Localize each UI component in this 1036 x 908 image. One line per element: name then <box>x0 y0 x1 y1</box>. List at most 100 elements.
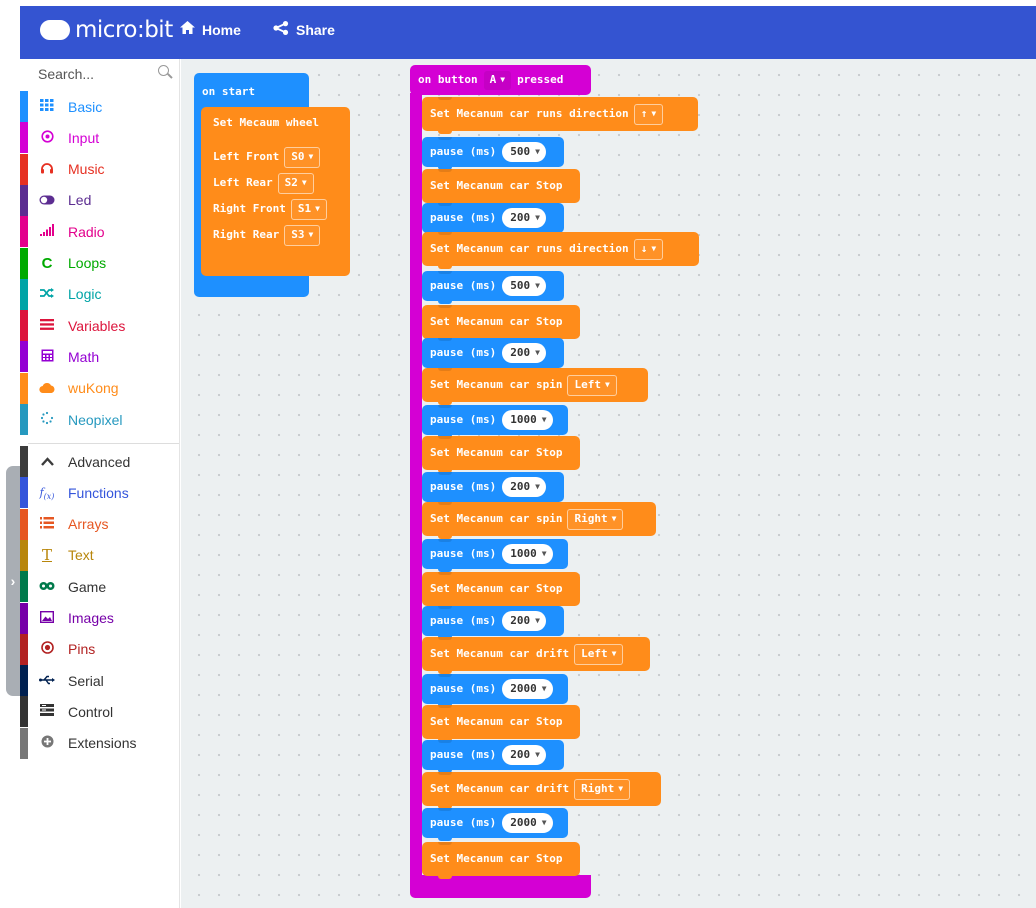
servo-port-dropdown[interactable]: S0 ▼ <box>284 146 321 168</box>
category-arrays[interactable]: Arrays <box>20 508 179 540</box>
category-logic[interactable]: Logic <box>20 278 179 310</box>
pause-duration-dropdown[interactable]: 2000 ▼ <box>502 679 553 699</box>
category-music[interactable]: Music <box>20 153 179 185</box>
direction-dropdown[interactable]: Left ▼ <box>574 643 624 665</box>
category-color-bar <box>20 446 28 477</box>
category-advanced[interactable]: Advanced <box>20 446 179 477</box>
mecanum-stop-block[interactable]: Set Mecanum car Stop <box>422 705 580 742</box>
category-game[interactable]: Game <box>20 571 179 603</box>
on-button-spine <box>410 93 422 893</box>
pause-duration-dropdown[interactable]: 1000 ▼ <box>502 544 553 564</box>
category-input[interactable]: Input <box>20 122 179 154</box>
pause-block[interactable]: pause (ms) 200 ▼ <box>422 203 564 236</box>
category-pins[interactable]: Pins <box>20 633 179 665</box>
pause-block[interactable]: pause (ms) 200 ▼ <box>422 740 564 773</box>
category-label: Images <box>68 610 114 626</box>
control-icon <box>39 704 55 719</box>
pause-block[interactable]: pause (ms) 200 ▼ <box>422 472 564 505</box>
pause-block[interactable]: pause (ms) 2000 ▼ <box>422 674 568 707</box>
direction-dropdown[interactable]: ↓ ▼ <box>633 238 664 260</box>
mecanum-drift-block[interactable]: Set Mecanum car drift Right ▼ <box>422 772 661 809</box>
direction-dropdown[interactable]: ↑ ▼ <box>633 103 664 125</box>
pause-duration-dropdown[interactable]: 500 ▼ <box>502 276 546 296</box>
search-icon[interactable] <box>158 65 169 76</box>
category-neopixel[interactable]: Neopixel <box>20 404 179 435</box>
pause-duration-dropdown[interactable]: 1000 ▼ <box>502 410 553 430</box>
pause-duration-dropdown[interactable]: 500 ▼ <box>502 142 546 162</box>
servo-port-dropdown[interactable]: S1 ▼ <box>290 198 327 220</box>
category-color-bar <box>20 696 28 728</box>
pause-block[interactable]: pause (ms) 200 ▼ <box>422 338 564 371</box>
dropdown-arrow-icon: ▼ <box>651 244 657 253</box>
microbit-logo[interactable]: micro:bit <box>34 17 173 43</box>
category-variables[interactable]: Variables <box>20 310 179 342</box>
pause-duration-dropdown[interactable]: 200 ▼ <box>502 343 546 363</box>
on-button-pressed-block[interactable]: on button A ▼ pressed <box>410 65 591 95</box>
home-button[interactable]: Home <box>180 21 241 38</box>
pause-block[interactable]: pause (ms) 2000 ▼ <box>422 808 568 841</box>
command-label: Set Mecanum car Stop <box>430 582 563 595</box>
category-serial[interactable]: Serial <box>20 665 179 697</box>
pause-duration-value: 1000 <box>510 547 537 560</box>
chevron-up-icon <box>39 454 55 469</box>
category-label: Game <box>68 578 107 595</box>
category-math[interactable]: Math <box>20 341 179 373</box>
mecanum-drift-block[interactable]: Set Mecanum car drift Left ▼ <box>422 637 650 674</box>
category-led[interactable]: Led <box>20 184 179 216</box>
calculator-icon <box>39 349 55 365</box>
search-input[interactable] <box>38 64 148 84</box>
pause-duration-dropdown[interactable]: 200 ▼ <box>502 745 546 765</box>
mecanum-stop-block[interactable]: Set Mecanum car Stop <box>422 842 580 879</box>
pause-duration-dropdown[interactable]: 2000 ▼ <box>502 813 553 833</box>
pause-block[interactable]: pause (ms) 500 ▼ <box>422 271 564 304</box>
category-label: Math <box>68 348 100 365</box>
direction-value: ↓ <box>640 242 648 255</box>
pause-block[interactable]: pause (ms) 1000 ▼ <box>422 405 568 438</box>
pause-duration-value: 200 <box>510 480 531 493</box>
category-color-bar <box>20 310 28 342</box>
mecanum-spin-block[interactable]: Set Mecanum car spin Right ▼ <box>422 502 656 539</box>
category-extensions[interactable]: Extensions <box>20 727 179 759</box>
collapse-toolbox-handle[interactable]: › <box>6 466 20 696</box>
image-icon <box>39 610 55 626</box>
category-wukong[interactable]: wuKong <box>20 372 179 404</box>
set-mecaum-wheel-block[interactable]: Set Mecaum wheel Left Front S0 ▼ Left Rea… <box>201 107 350 276</box>
category-color-bar <box>20 404 28 435</box>
mecanum-stop-block[interactable]: Set Mecanum car Stop <box>422 572 580 609</box>
button-dropdown[interactable]: A ▼ <box>483 70 512 90</box>
servo-port-dropdown[interactable]: S2 ▼ <box>277 172 314 194</box>
pause-label: pause (ms) <box>430 413 497 426</box>
share-button[interactable]: Share <box>273 21 335 39</box>
pause-duration-value: 200 <box>510 346 531 359</box>
servo-row-left-rear: Left Rear S2 ▼ <box>201 170 350 196</box>
direction-dropdown[interactable]: Right ▼ <box>567 508 624 530</box>
pause-duration-dropdown[interactable]: 200 ▼ <box>502 477 546 497</box>
mecanum-spin-block[interactable]: Set Mecanum car spin Left ▼ <box>422 368 648 405</box>
category-text[interactable]: T Text <box>20 539 179 571</box>
mecanum-stop-block[interactable]: Set Mecanum car Stop <box>422 169 580 206</box>
mecanum-stop-block[interactable]: Set Mecanum car Stop <box>422 436 580 473</box>
pause-block[interactable]: pause (ms) 200 ▼ <box>422 606 564 639</box>
direction-dropdown[interactable]: Right ▼ <box>574 778 631 800</box>
pause-block[interactable]: pause (ms) 500 ▼ <box>422 137 564 170</box>
mecanum-stop-block[interactable]: Set Mecanum car Stop <box>422 305 580 342</box>
category-images[interactable]: Images <box>20 602 179 634</box>
category-functions[interactable]: f(x) Functions <box>20 477 179 509</box>
mecanum-direction-block[interactable]: Set Mecanum car runs direction ↓ ▼ <box>422 232 699 269</box>
servo-port-dropdown[interactable]: S3 ▼ <box>284 224 321 246</box>
category-radio[interactable]: Radio <box>20 216 179 248</box>
toolbox-search <box>20 59 179 89</box>
pause-block[interactable]: pause (ms) 1000 ▼ <box>422 539 568 572</box>
blocks-workspace[interactable]: on start Set Mecaum wheel Left Front S0 … <box>181 59 1036 908</box>
category-basic[interactable]: Basic <box>20 91 179 122</box>
category-control[interactable]: Control <box>20 696 179 728</box>
category-loops[interactable]: C Loops <box>20 247 179 279</box>
pause-duration-dropdown[interactable]: 200 ▼ <box>502 208 546 228</box>
mecanum-direction-block[interactable]: Set Mecanum car runs direction ↑ ▼ <box>422 97 698 134</box>
direction-dropdown[interactable]: Left ▼ <box>567 374 617 396</box>
grid-icon <box>39 99 55 114</box>
dropdown-arrow-icon: ▼ <box>541 818 547 827</box>
pause-duration-dropdown[interactable]: 200 ▼ <box>502 611 546 631</box>
command-label: Set Mecanum car runs direction <box>430 242 629 255</box>
pause-label: pause (ms) <box>430 211 497 224</box>
